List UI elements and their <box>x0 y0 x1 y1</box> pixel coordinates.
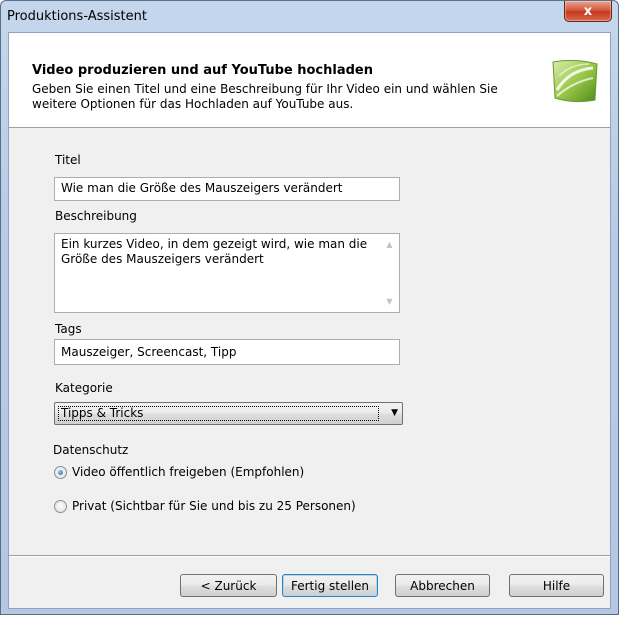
chevron-down-icon: ▼ <box>391 408 398 418</box>
help-button[interactable]: Hilfe <box>509 574 604 597</box>
scroll-down-icon[interactable]: ▼ <box>381 293 398 310</box>
title-bar[interactable]: Produktions-Assistent x <box>1 1 618 33</box>
description-scrollbar[interactable]: ▲ ▼ <box>381 235 398 311</box>
title-field[interactable]: Wie man die Größe des Mauszeigers veränd… <box>54 177 400 201</box>
finish-button[interactable]: Fertig stellen <box>282 574 378 597</box>
description-field[interactable]: Ein kurzes Video, in dem gezeigt wird, w… <box>54 233 400 313</box>
cancel-button[interactable]: Abbrechen <box>395 574 490 597</box>
scroll-up-icon[interactable]: ▲ <box>381 236 398 253</box>
wizard-page-icon <box>552 59 598 103</box>
radio-public[interactable] <box>54 465 67 479</box>
privacy-option-public-label: Video öffentlich freigeben (Empfohlen) <box>72 465 305 479</box>
radio-private[interactable] <box>54 499 67 513</box>
privacy-label: Datenschutz <box>53 443 129 457</box>
privacy-option-private[interactable]: Privat (Sichtbar für Sie und bis zu 25 P… <box>54 499 356 513</box>
description-text: Ein kurzes Video, in dem gezeigt wird, w… <box>61 237 368 266</box>
description-label: Beschreibung <box>55 209 137 223</box>
wizard-window: Produktions-Assistent x Video produziere… <box>0 0 619 615</box>
page-title: Video produzieren und auf YouTube hochla… <box>32 63 373 78</box>
tags-label: Tags <box>55 322 82 336</box>
category-label: Kategorie <box>55 381 113 395</box>
close-button[interactable]: x <box>564 1 612 22</box>
page-description: Geben Sie einen Titel und eine Beschreib… <box>32 82 498 111</box>
footer-divider <box>9 555 610 557</box>
close-icon: x <box>583 3 593 19</box>
dialog-body: Video produzieren und auf YouTube hochla… <box>8 32 611 609</box>
privacy-option-private-label: Privat (Sichtbar für Sie und bis zu 25 P… <box>72 499 356 513</box>
wizard-header: Video produzieren und auf YouTube hochla… <box>9 33 610 128</box>
category-select[interactable]: Tipps & Tricks ▼ <box>54 402 403 425</box>
tags-field[interactable]: Mauszeiger, Screencast, Tipp <box>54 339 400 365</box>
title-label: Titel <box>55 153 81 167</box>
privacy-option-public[interactable]: Video öffentlich freigeben (Empfohlen) <box>54 465 304 479</box>
window-title: Produktions-Assistent <box>7 9 147 24</box>
category-value: Tipps & Tricks <box>58 406 379 421</box>
back-button[interactable]: < Zurück <box>180 574 277 597</box>
